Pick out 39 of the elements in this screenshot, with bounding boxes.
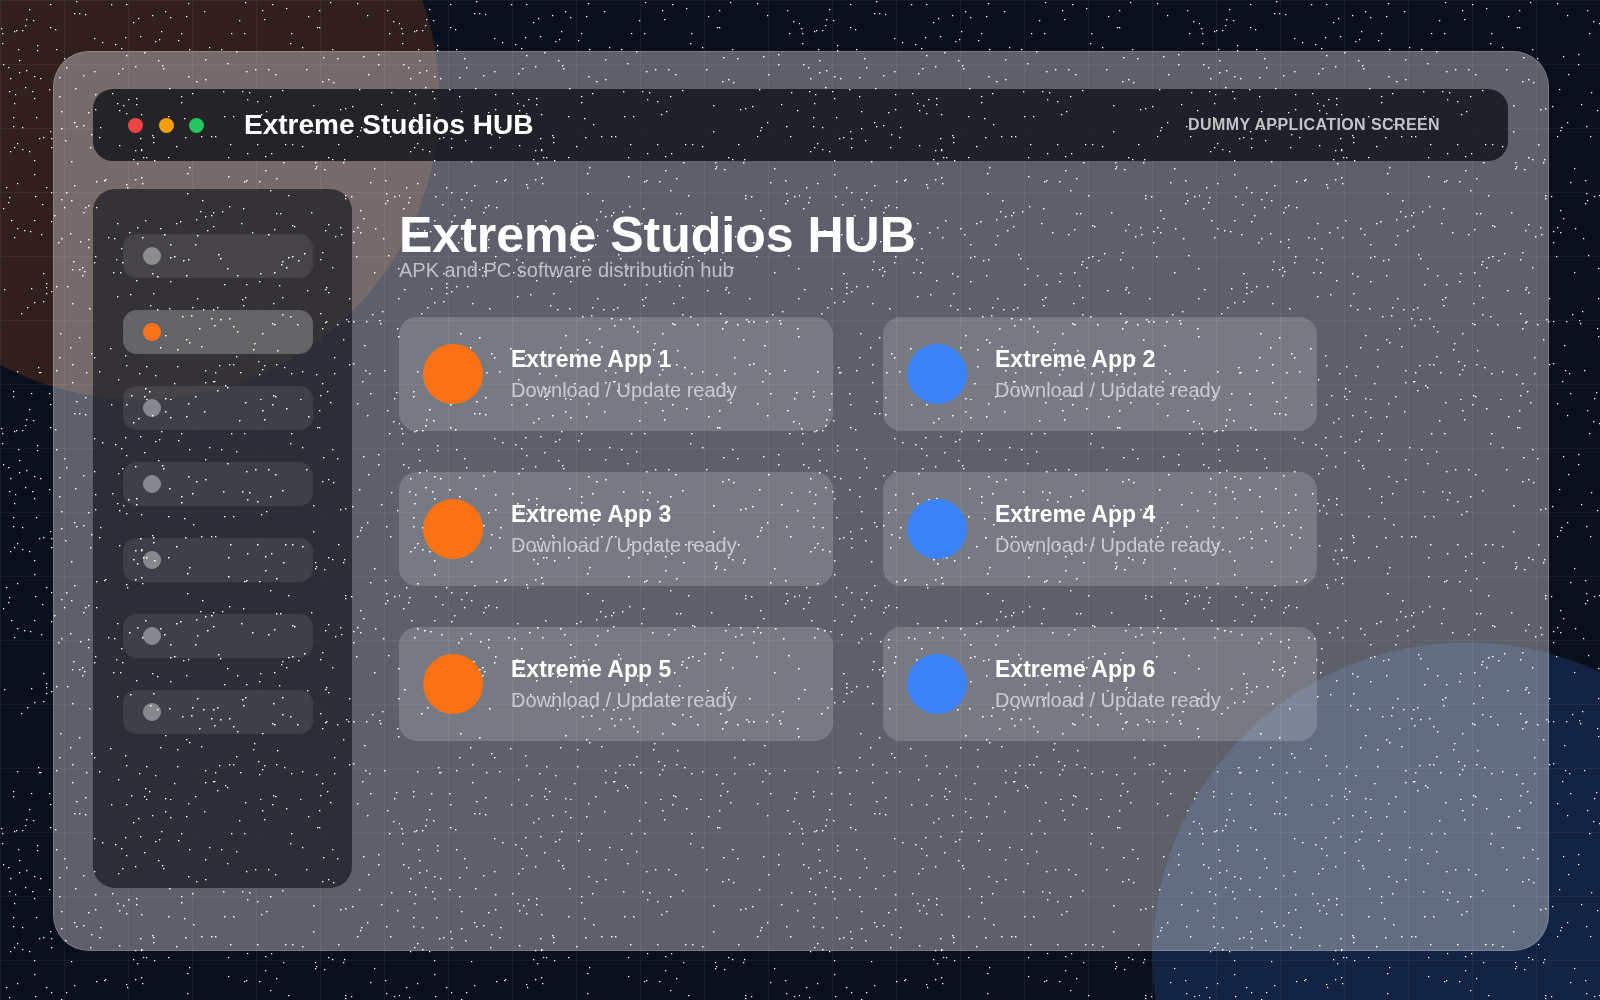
app-status: Download / Update ready [995, 377, 1221, 402]
sidebar-item[interactable] [123, 690, 313, 734]
app-status: Download / Update ready [511, 377, 737, 402]
app-card[interactable]: Extreme App 5 Download / Update ready [399, 627, 833, 741]
screen-caption: DUMMY APPLICATION SCREEN [1188, 115, 1440, 135]
app-card[interactable]: Extreme App 3 Download / Update ready [399, 472, 833, 586]
dot-icon [143, 627, 161, 645]
app-status: Download / Update ready [995, 687, 1221, 712]
sidebar-item[interactable] [123, 386, 313, 430]
window-control-icon[interactable] [128, 117, 143, 133]
sidebar-item[interactable] [123, 310, 313, 354]
app-name: Extreme App 1 [511, 346, 673, 374]
dot-icon [143, 247, 161, 265]
app-status: Download / Update ready [995, 532, 1221, 557]
app-card[interactable]: Extreme App 4 Download / Update ready [883, 472, 1317, 586]
dot-icon [143, 551, 161, 569]
dot-icon [143, 323, 161, 341]
sidebar-item[interactable] [123, 538, 313, 582]
app-name: Extreme App 2 [995, 346, 1157, 374]
page-heading: Extreme Studios HUB [399, 210, 916, 260]
app-name: Extreme App 4 [995, 501, 1157, 529]
dot-icon [143, 703, 161, 721]
app-status: Download / Update ready [511, 687, 737, 712]
app-card[interactable]: Extreme App 2 Download / Update ready [883, 317, 1317, 431]
sidebar-item[interactable] [123, 234, 313, 278]
app-card[interactable]: Extreme App 6 Download / Update ready [883, 627, 1317, 741]
sidebar-item[interactable] [123, 462, 313, 506]
app-name: Extreme App 3 [511, 501, 673, 529]
app-card[interactable]: Extreme App 1 Download / Update ready [399, 317, 833, 431]
dot-icon [143, 475, 161, 493]
sidebar-item[interactable] [123, 614, 313, 658]
window-control-icon[interactable] [158, 117, 174, 133]
app-name: Extreme App 6 [995, 656, 1157, 684]
dot-icon [143, 399, 161, 417]
app-name: Extreme App 5 [511, 656, 673, 684]
app-status: Download / Update ready [511, 532, 737, 557]
page-subtitle: APK and PC software distribution hub [399, 258, 734, 282]
window-control-icon[interactable] [189, 117, 204, 133]
window-title: Extreme Studios HUB [244, 108, 534, 142]
